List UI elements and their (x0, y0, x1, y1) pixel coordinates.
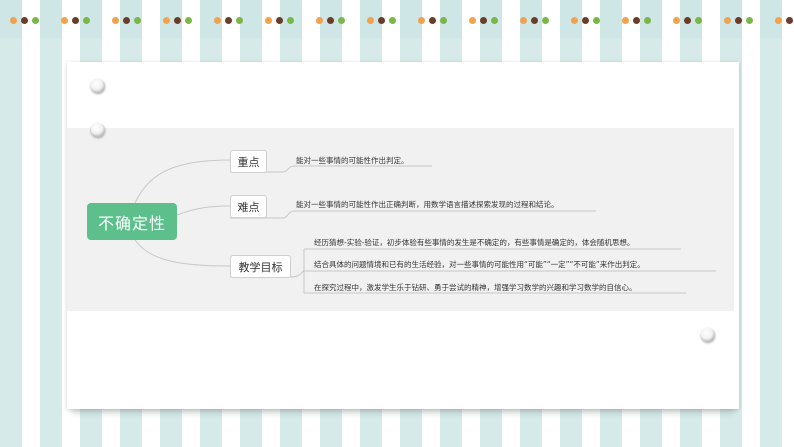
decorative-dot (287, 17, 294, 24)
binder-hole-top (91, 79, 105, 93)
decorative-dot (695, 17, 702, 24)
decorative-dot (673, 17, 680, 24)
decorative-dot (389, 17, 396, 24)
decorative-dot (491, 17, 498, 24)
decorative-dot (378, 17, 385, 24)
decorative-dot (338, 17, 345, 24)
decorative-dot (542, 17, 549, 24)
decorative-dot (134, 17, 141, 24)
decorative-dot (633, 17, 640, 24)
decorative-dot (327, 17, 334, 24)
leaf-nandian-1: 能对一些事情的可能性作出正确判断，用数学语言描述探索发现的过程和结论。 (296, 200, 559, 209)
leaf-zhongdian-1: 能对一些事情的可能性作出判定。 (296, 156, 409, 165)
decorative-dot (582, 17, 589, 24)
decorative-dot (21, 17, 28, 24)
decorative-dot (112, 17, 119, 24)
decorative-dot (531, 17, 538, 24)
decorative-dot (83, 17, 90, 24)
decorative-dot (735, 17, 742, 24)
decorative-dot (429, 17, 436, 24)
decorative-dot (276, 17, 283, 24)
decorative-dot (469, 17, 476, 24)
central-topic: 不确定性 (87, 203, 177, 240)
decorative-dot (440, 17, 447, 24)
decorative-dot (480, 17, 487, 24)
branch-zhongdian: 重点 (230, 150, 267, 173)
decorative-dot (622, 17, 629, 24)
decorative-dot (418, 17, 425, 24)
leaf-mubiao-2: 结合具体的问题情境和已有的生活经验，对一些事情的可能性用“可能”“一定”“不可能… (314, 260, 645, 269)
decorative-dot (316, 17, 323, 24)
decorative-dot (644, 17, 651, 24)
decorative-dot (61, 17, 68, 24)
decorative-dot (684, 17, 691, 24)
decorative-dot (225, 17, 232, 24)
decorative-dot (236, 17, 243, 24)
branch-nandian: 难点 (230, 195, 267, 218)
decorative-dot (214, 17, 221, 24)
decorative-dot (32, 17, 39, 24)
decorative-dot (174, 17, 181, 24)
leaf-mubiao-1: 经历猜想-实验-验证，初步体验有些事情的发生是不确定的，有些事情是确定的，体会随… (314, 238, 635, 247)
decorative-dot (775, 17, 782, 24)
leaf-mubiao-3: 在探究过程中，激发学生乐于钻研、勇于尝试的精神，增强学习数学的兴趣和学习数学的自… (314, 283, 637, 292)
decorative-dot (265, 17, 272, 24)
binder-hole-bottom (701, 328, 715, 342)
decorative-dot (72, 17, 79, 24)
decorative-dot (10, 17, 17, 24)
decorative-dot-row (0, 17, 794, 25)
decorative-dot (123, 17, 130, 24)
decorative-dot (593, 17, 600, 24)
decorative-dot (163, 17, 170, 24)
decorative-dot (520, 17, 527, 24)
binder-hole-middle (91, 123, 105, 137)
decorative-dot (367, 17, 374, 24)
decorative-dot (724, 17, 731, 24)
decorative-dot (786, 17, 793, 24)
decorative-dot (746, 17, 753, 24)
decorative-dot (571, 17, 578, 24)
decorative-dot (185, 17, 192, 24)
branch-jiaoxuemubiao: 教学目标 (230, 255, 291, 278)
